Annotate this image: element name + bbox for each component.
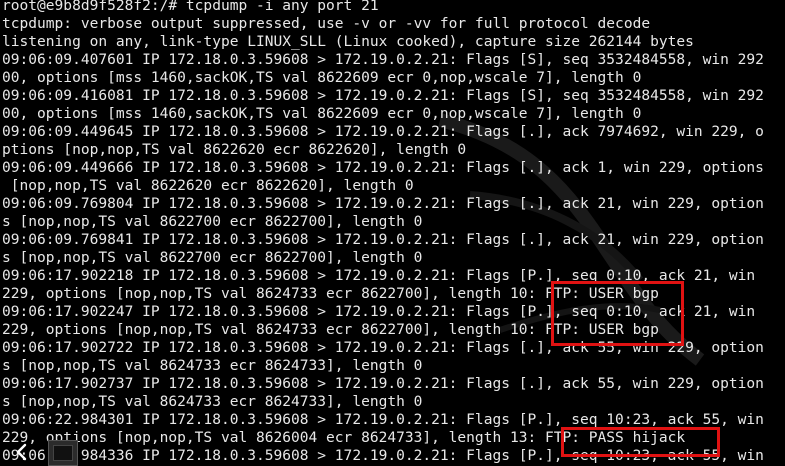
window-icon [53, 445, 73, 461]
terminal-line: [nop,nop,TS val 8622620 ecr 8622620], le… [2, 177, 414, 194]
terminal-line: 09:06:09.416081 IP 172.18.0.3.59608 > 17… [2, 87, 764, 104]
terminal-line: tcpdump: verbose output suppressed, use … [2, 15, 651, 32]
terminal-line: 09:06:09.449645 IP 172.18.0.3.59608 > 17… [2, 123, 764, 140]
terminal-line: 09:06:17.902737 IP 172.18.0.3.59608 > 17… [2, 375, 764, 392]
terminal-line: listening on any, link-type LINUX_SLL (L… [2, 33, 694, 50]
terminal-line: ptions [nop,nop,TS val 8622620 ecr 86226… [2, 141, 467, 158]
highlight-box-ftp-user [551, 281, 684, 346]
chevron-left-icon [16, 443, 27, 461]
terminal-line: 00, options [mss 1460,sackOK,TS val 8622… [2, 69, 642, 86]
terminal-line: 09:06:09.769804 IP 172.18.0.3.59608 > 17… [2, 195, 764, 212]
terminal-line: s [nop,nop,TS val 8622700 ecr 8622700], … [2, 249, 423, 266]
taskbar [0, 436, 80, 466]
terminal-line: s [nop,nop,TS val 8624733 ecr 8624733], … [2, 393, 423, 410]
terminal-line: 09:06:09.407601 IP 172.18.0.3.59608 > 17… [2, 51, 764, 68]
terminal-window[interactable]: root@e9b8d9f528f2:/# tcpdump -i any port… [0, 0, 785, 466]
window-switcher-button[interactable] [48, 440, 78, 466]
terminal-line: root@e9b8d9f528f2:/# tcpdump -i any port… [2, 0, 379, 14]
highlight-box-ftp-pass [561, 427, 720, 457]
terminal-output: root@e9b8d9f528f2:/# tcpdump -i any port… [2, 0, 785, 465]
terminal-line: 09:06:09.769841 IP 172.18.0.3.59608 > 17… [2, 231, 764, 248]
terminal-line: s [nop,nop,TS val 8624733 ecr 8624733], … [2, 357, 423, 374]
back-button[interactable] [4, 438, 40, 466]
terminal-line: s [nop,nop,TS val 8622700 ecr 8622700], … [2, 213, 423, 230]
terminal-line: 00, options [mss 1460,sackOK,TS val 8622… [2, 105, 642, 122]
terminal-line: 09:06:09.449666 IP 172.18.0.3.59608 > 17… [2, 159, 764, 176]
